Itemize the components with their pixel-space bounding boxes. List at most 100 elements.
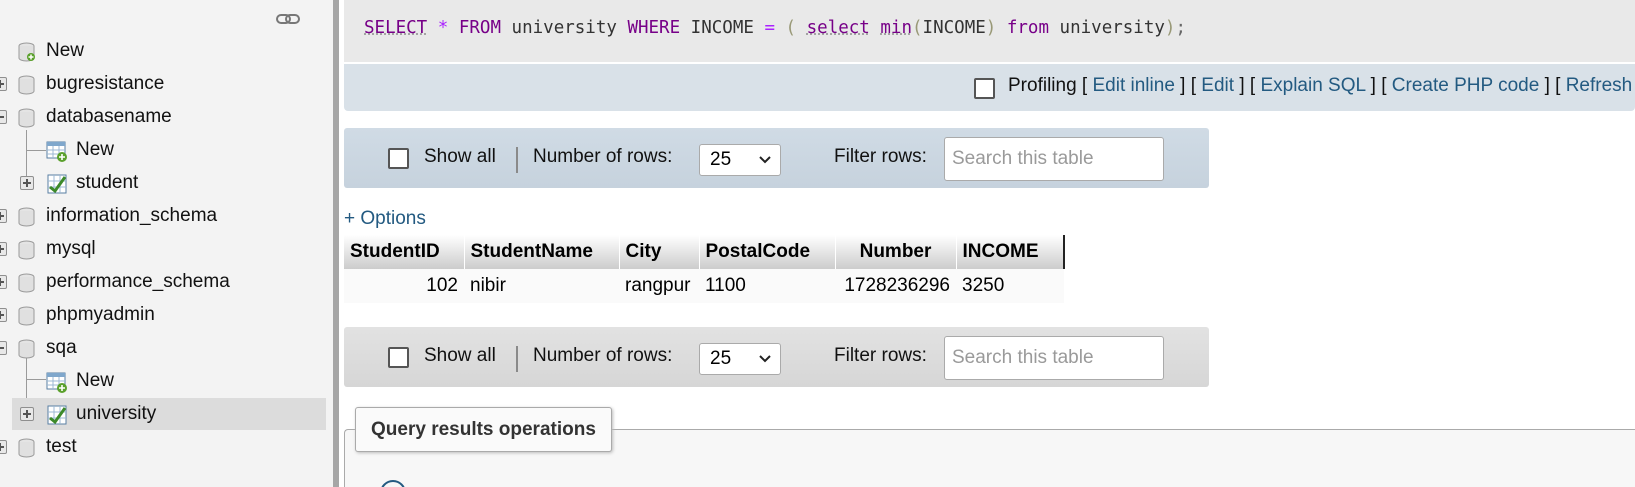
cell-income[interactable]: 3250 [956, 269, 1064, 303]
filter-rows-placeholder: Search this table [952, 148, 1094, 169]
filter-rows-label: Filter rows: [834, 146, 927, 167]
show-all-label[interactable]: Show all [424, 345, 496, 367]
expand-icon[interactable] [0, 440, 7, 454]
filter-rows-input[interactable]: Search this table [944, 336, 1164, 380]
tree-item-new[interactable]: New [0, 365, 330, 397]
column-header-studentname[interactable]: StudentName [464, 235, 620, 269]
tree-item-information-schema[interactable]: information_schema [0, 200, 330, 232]
collapse-icon[interactable] [0, 110, 7, 124]
tree-item-label: databasename [46, 106, 172, 127]
sql-token: ) [985, 18, 997, 38]
tree-item-new[interactable]: New [0, 35, 330, 67]
sql-token: ( [912, 18, 923, 38]
expand-icon[interactable] [0, 242, 7, 256]
navigation-resizer[interactable] [333, 0, 339, 487]
tree-item-student[interactable]: student [0, 167, 330, 199]
database-icon [18, 273, 35, 293]
results-table: StudentID StudentName City PostalCode Nu… [344, 235, 1065, 303]
tree-item-label: mysql [46, 238, 96, 259]
table-row: 102 nibir rangpur 1100 1728236296 3250 [344, 269, 1064, 303]
tree-item-label: bugresistance [46, 73, 165, 94]
refresh-link[interactable]: Refresh [1566, 75, 1633, 96]
profiling-label: Profiling [1008, 75, 1077, 96]
show-all-checkbox[interactable] [388, 148, 409, 169]
column-header-city[interactable]: City [619, 235, 700, 269]
show-all-label[interactable]: Show all [424, 146, 496, 168]
tree-item-test[interactable]: test [0, 431, 330, 463]
expand-icon[interactable] [0, 209, 7, 223]
sql-token: FROM [458, 18, 502, 38]
sql-token: = [764, 18, 775, 38]
table-icon [47, 174, 67, 194]
tree-item-label: New [46, 40, 85, 61]
cell-number[interactable]: 1728236296 [835, 269, 956, 303]
sql-query-box: SELECT * FROM university WHERE INCOME = … [344, 0, 1635, 62]
edit-inline-link[interactable]: Edit inline [1093, 75, 1175, 96]
database-icon [18, 108, 35, 128]
sql-token: select [806, 18, 870, 38]
cell-city[interactable]: rangpur [619, 269, 699, 303]
expand-icon[interactable] [20, 176, 34, 190]
filter-rows-input[interactable]: Search this table [944, 137, 1164, 181]
sql-token: university [501, 18, 628, 38]
number-of-rows-select[interactable]: 25 [699, 144, 781, 176]
collapse-icon[interactable] [0, 341, 7, 355]
chevron-down-icon [759, 355, 771, 363]
tree-item-performance-schema[interactable]: performance_schema [0, 266, 330, 298]
link-with-main-panel-icon[interactable] [276, 12, 300, 26]
cell-postalcode[interactable]: 1100 [699, 269, 835, 303]
tree-item-new[interactable]: New [0, 134, 330, 166]
options-toggle-link[interactable]: + Options [344, 208, 426, 230]
sql-token: ) [1164, 18, 1176, 38]
tree-item-university[interactable]: university [12, 398, 326, 430]
sql-token: ( [785, 18, 797, 38]
cell-studentid[interactable]: 102 [344, 269, 464, 303]
table-navigation-top: Show all Number of rows: 25 Filter rows:… [344, 128, 1209, 188]
tree-item-label: information_schema [46, 205, 218, 226]
sql-token: min [880, 18, 912, 38]
tree-item-phpmyadmin[interactable]: phpmyadmin [0, 299, 330, 331]
tree-item-mysql[interactable]: mysql [0, 233, 330, 265]
number-of-rows-value: 25 [710, 348, 732, 369]
create-php-code-link[interactable]: Create PHP code [1392, 75, 1540, 96]
sql-token: INCOME [680, 18, 765, 38]
tree-item-label: sqa [46, 337, 77, 358]
expand-icon[interactable] [0, 275, 7, 289]
profiling-checkbox[interactable] [974, 78, 995, 99]
table-header-row: StudentID StudentName City PostalCode Nu… [344, 235, 1065, 269]
expand-icon[interactable] [20, 407, 34, 421]
tree-item-label: phpmyadmin [46, 304, 155, 325]
sql-token: * [437, 18, 449, 38]
column-header-studentid[interactable]: StudentID [344, 235, 465, 269]
show-all-checkbox[interactable] [388, 347, 409, 368]
expand-icon[interactable] [0, 77, 7, 91]
edit-link[interactable]: Edit [1201, 75, 1234, 96]
column-header-number[interactable]: Number [835, 235, 957, 269]
expand-icon[interactable] [0, 308, 7, 322]
sql-token: ; [1175, 18, 1187, 38]
tree-item-label: test [46, 436, 77, 457]
database-icon [18, 75, 35, 95]
table-navigation-bottom: Show all Number of rows: 25 Filter rows:… [344, 327, 1209, 387]
new-table-icon [46, 372, 67, 393]
tree-item-label: New [76, 370, 115, 391]
tree-item-databasename[interactable]: databasename [0, 101, 330, 133]
cell-studentname[interactable]: nibir [464, 269, 619, 303]
tree-item-sqa[interactable]: sqa [0, 332, 330, 364]
new-database-icon [18, 42, 35, 62]
sql-token: SELECT [364, 18, 428, 38]
sql-token: university [1049, 18, 1165, 38]
table-icon [47, 405, 67, 425]
sql-token: WHERE [627, 18, 681, 38]
number-of-rows-select[interactable]: 25 [699, 343, 781, 375]
column-header-postalcode[interactable]: PostalCode [699, 235, 836, 269]
explain-sql-link[interactable]: Explain SQL [1260, 75, 1365, 96]
database-icon [18, 339, 35, 359]
tree-item-bugresistance[interactable]: bugresistance [0, 68, 330, 100]
column-header-income[interactable]: INCOME [956, 235, 1065, 269]
